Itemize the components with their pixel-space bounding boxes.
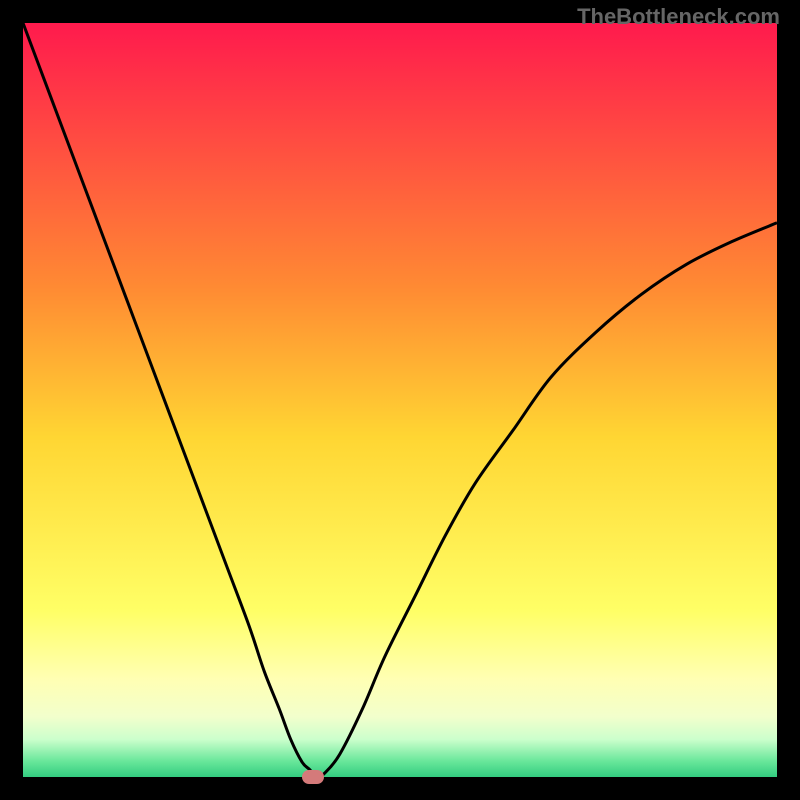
curve-layer [23, 23, 777, 777]
watermark-text: TheBottleneck.com [577, 4, 780, 30]
bottleneck-curve [23, 23, 777, 777]
chart-area [23, 23, 777, 777]
optimal-marker [302, 770, 324, 784]
